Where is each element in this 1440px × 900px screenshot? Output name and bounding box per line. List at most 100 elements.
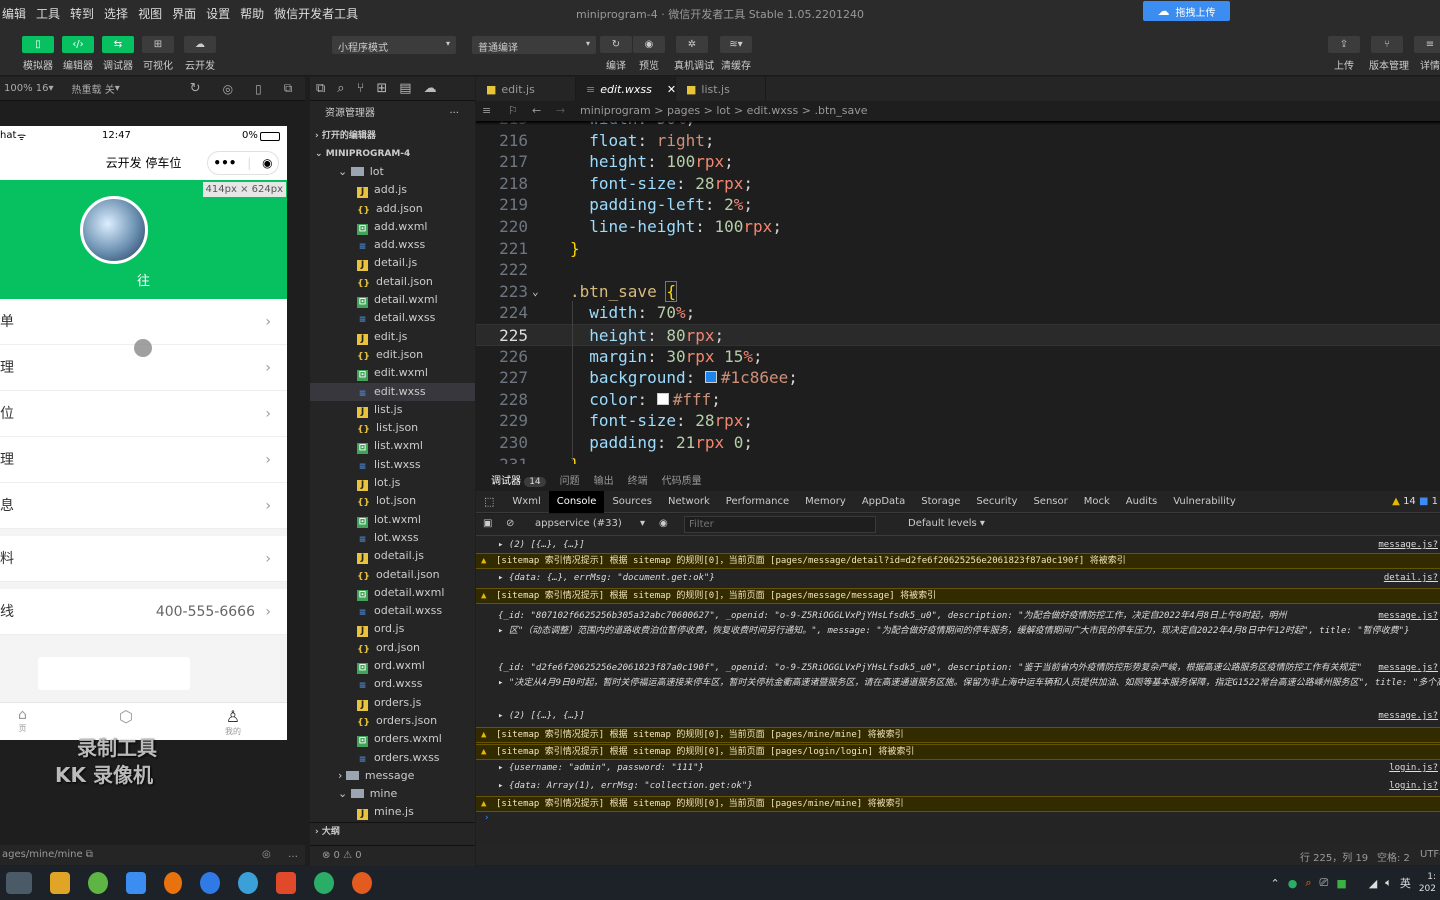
source-link[interactable]: message.js? [1378, 538, 1438, 553]
file-item[interactable]: {} odetail.json [310, 566, 475, 584]
menu-item[interactable]: 编辑 [0, 5, 28, 22]
wechat-tray-icon[interactable]: ● [1288, 877, 1298, 890]
compile-button[interactable]: ↻ 编译 [598, 36, 634, 72]
details-button[interactable]: ≡ 详情 [1412, 36, 1440, 72]
file-item[interactable]: Jdetail.js [310, 254, 475, 272]
more-icon[interactable]: ··· [449, 101, 459, 127]
clear-console-icon[interactable]: ⊘ [506, 518, 514, 529]
file-item[interactable]: {} edit.json [310, 346, 475, 364]
menu-item[interactable]: 微信开发者工具 [272, 5, 360, 22]
color-swatch[interactable] [704, 371, 717, 384]
source-link[interactable]: login.js? [1389, 761, 1438, 776]
wifi-icon[interactable]: ◢ [1369, 877, 1377, 890]
extensions-icon[interactable]: ⊞ [376, 81, 387, 96]
devtools-tab-sources[interactable]: Sources [604, 491, 660, 513]
compile-select[interactable]: 普通编译 ▾ [472, 36, 596, 54]
devtools-tab-console[interactable]: Console [548, 490, 605, 513]
search-tray-icon[interactable]: ⌕ [1305, 876, 1311, 890]
console-filter-input[interactable] [684, 516, 876, 533]
outline-icon[interactable]: ▤ [399, 81, 411, 96]
source-link[interactable]: message.js? [1378, 609, 1438, 624]
file-item[interactable]: ≡ detail.wxss [310, 309, 475, 327]
menu-row[interactable]: 料 › [0, 536, 287, 582]
console-prompt[interactable]: › [484, 813, 489, 823]
menu-item[interactable]: 设置 [204, 5, 232, 22]
console-log[interactable]: {_id: "d2fe6f20625256e2061823f87a0c190f"… [476, 661, 1440, 677]
file-item[interactable]: ⊡ orders.wxml [310, 730, 475, 748]
file-item[interactable]: ≡ list.wxss [310, 456, 475, 474]
menu-row[interactable]: 理 › [0, 437, 287, 483]
console-log[interactable]: ▸ {data: {…}, errMsg: "document.get:ok"}… [476, 571, 1440, 587]
office-icon[interactable] [276, 872, 296, 894]
file-item[interactable]: {} list.json [310, 419, 475, 437]
menu-item[interactable]: 帮助 [238, 5, 266, 22]
forward-icon[interactable]: → [556, 104, 565, 117]
devtools-tab-memory[interactable]: Memory [797, 491, 854, 513]
console-log[interactable]: ▸ {username: "admin", password: "111"} lo… [476, 761, 1440, 777]
file-item[interactable]: {} ord.json [310, 639, 475, 657]
preview-button[interactable]: ◉ 预览 [631, 36, 667, 72]
file-item[interactable]: {} orders.json [310, 712, 475, 730]
source-link[interactable]: message.js? [1378, 661, 1438, 676]
hot-reload-toggle[interactable]: 热重载 关 [72, 81, 115, 96]
menu-row[interactable]: 息 › [0, 483, 287, 529]
editor-button[interactable]: ‹/› 编辑器 [60, 36, 96, 72]
file-item[interactable]: ⊡ edit.wxml [310, 364, 475, 382]
file-item[interactable]: ≡ add.wxss [310, 236, 475, 254]
file-item[interactable]: Jorders.js [310, 694, 475, 712]
bookmark-icon[interactable]: ⚐ [508, 104, 518, 117]
file-item[interactable]: ⊡ list.wxml [310, 437, 475, 455]
console-log[interactable]: ▸ "决定从4月9日0时起，暂时关停福运高速接来停车区，暂时关停杭金衢高速诸暨服… [476, 676, 1440, 692]
close-icon[interactable]: ✕ [667, 83, 676, 96]
file-item[interactable]: ≡ orders.wxss [310, 749, 475, 767]
popout-icon[interactable]: ⧉ [284, 81, 293, 96]
copy-icon[interactable]: ⧉ [83, 849, 93, 860]
blank-button[interactable] [38, 657, 190, 690]
file-item[interactable]: {} add.json [310, 200, 475, 218]
wechat-devtools-icon[interactable] [6, 872, 32, 894]
devtools-tab-performance[interactable]: Performance [718, 491, 797, 513]
outline-section[interactable]: › 大纲 [310, 821, 475, 840]
devtools-tab-network[interactable]: Network [660, 491, 718, 513]
folder-message[interactable]: › message [310, 767, 475, 785]
console-log[interactable]: ▸ (2) [{…}, {…}] message.js? [476, 709, 1440, 725]
menu-row[interactable]: 位 › [0, 391, 287, 437]
devtools-tab-vulnerability[interactable]: Vulnerability [1165, 491, 1244, 513]
file-item[interactable]: Jord.js [310, 620, 475, 638]
menu-item[interactable]: 选择 [102, 5, 130, 22]
console-log[interactable]: {_id: "807102f6625256b305a32abc70600627"… [476, 609, 1440, 625]
file-item[interactable]: ≡ ord.wxss [310, 675, 475, 693]
cloud-icon[interactable]: ☁ [424, 81, 437, 96]
sidebar-toggle-icon[interactable]: ▣ [483, 518, 492, 529]
leaf-app-icon[interactable] [88, 872, 108, 894]
devtools-tab-storage[interactable]: Storage [913, 491, 968, 513]
cloud-dev-button[interactable]: ☁ 云开发 [182, 36, 218, 72]
open-editors-section[interactable]: › 打开的编辑器 [310, 127, 475, 145]
files-icon[interactable]: ⧉ [316, 81, 325, 96]
fold-chevron-icon[interactable]: ⌄ [532, 281, 539, 303]
debugger-button[interactable]: ⇆ 调试器 [100, 36, 136, 72]
file-explorer-icon[interactable] [50, 872, 70, 894]
editor-tab[interactable]: ■ list.js [676, 77, 766, 101]
more-icon[interactable]: … [288, 849, 298, 860]
devtools-tab-mock[interactable]: Mock [1076, 491, 1118, 513]
file-mine-js[interactable]: Jmine.js [310, 803, 475, 821]
tab-terminal[interactable]: 终端 [628, 472, 648, 487]
encoding-setting[interactable]: UTF- [1420, 849, 1440, 860]
folder-mine[interactable]: ⌄ mine [310, 785, 475, 803]
project-section[interactable]: ⌄ MINIPROGRAM-4 [310, 145, 475, 163]
warning-counter[interactable]: ▲ 14 ■ 1 [1392, 496, 1438, 507]
file-item[interactable]: ⊡ detail.wxml [310, 291, 475, 309]
tab-mine[interactable]: ♙ 我的 [225, 703, 241, 740]
menu-item[interactable]: 工具 [34, 5, 62, 22]
version-button[interactable]: ⑂ 版本管理 [1369, 36, 1409, 72]
source-link[interactable]: detail.js? [1384, 571, 1438, 586]
drag-upload-button[interactable]: ☁ 拖拽上传 [1143, 1, 1230, 21]
file-item[interactable]: Jadd.js [310, 181, 475, 199]
search-icon[interactable]: ⌕ [337, 81, 344, 96]
list-icon[interactable]: ≡ [482, 104, 491, 117]
console-log[interactable]: ▸ 区"（动态调整）范围内的道路收费泊位暂停收费，恢复收费时间另行通知。", m… [476, 624, 1440, 640]
source-link[interactable]: message.js? [1378, 709, 1438, 724]
file-item[interactable]: {} detail.json [310, 273, 475, 291]
devtools-tab-audits[interactable]: Audits [1118, 491, 1165, 513]
